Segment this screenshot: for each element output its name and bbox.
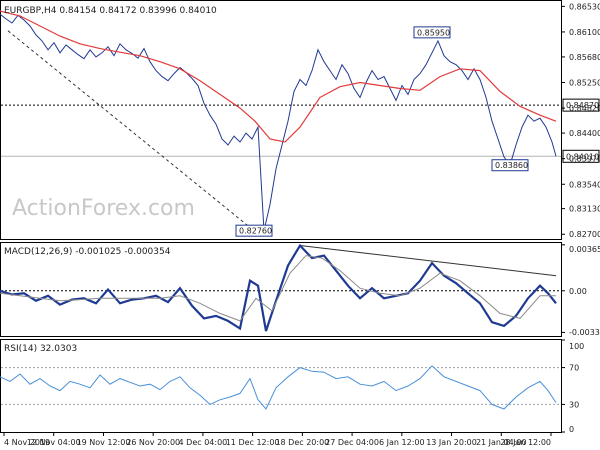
x-tick-label: 6 Jan 12:00	[379, 438, 425, 447]
macd-y-tick-label: -0.003314	[569, 328, 600, 337]
price-y-tick-label: 0.84820	[569, 104, 600, 113]
price-y-axis: 0.86530 0.86100 0.85680 0.85250 0.84820 0.844…	[561, 2, 600, 239]
rsi-y-tick-label: 70	[569, 364, 579, 373]
rsi-y-tick-label: 30	[569, 400, 579, 409]
x-tick-label: 4 Dec 04:00	[179, 438, 228, 447]
x-tick-label: 12 Nov 04:00	[27, 438, 81, 447]
macd-line	[0, 243, 557, 332]
moving-average-line	[0, 10, 557, 143]
price-y-tick-label: 0.84400	[569, 129, 600, 138]
price-annotations: 0.85950 0.83860 0.82760	[235, 26, 529, 237]
rsi-y-axis: 100 70 30 0	[561, 339, 584, 434]
price-y-tick-label: 0.82700	[569, 230, 600, 239]
macd-series-group	[0, 243, 557, 332]
price-y-tick-label: 0.85250	[569, 79, 600, 88]
macd-trendline-path	[299, 245, 557, 277]
macd-y-axis: 0.003654 0.00 -0.003314	[561, 244, 600, 337]
macd-title: MACD(12,26,9) -0.001025 -0.000354	[4, 247, 171, 257]
price-y-tick-label: 0.83970	[569, 155, 600, 164]
macd-trendline	[299, 245, 557, 277]
price-title: EURGBP,H4 0.84154 0.84172 0.83996 0.8401…	[4, 6, 217, 16]
x-tick-label: 27 Dec 04:00	[325, 438, 379, 447]
x-axis: 4 Nov 201912 Nov 04:0019 Nov 12:0026 Nov…	[3, 432, 552, 447]
price-annotation-label: 0.83860	[495, 161, 528, 170]
x-tick-label: 19 Nov 12:00	[76, 438, 130, 447]
price-y-tick-label: 0.86100	[569, 28, 600, 37]
price-y-tick-label: 0.86530	[569, 2, 600, 11]
price-y-tick-label: 0.83130	[569, 205, 600, 214]
rsi-title: RSI(14) 32.0303	[4, 344, 77, 354]
price-y-tick-label: 0.83540	[569, 180, 600, 189]
x-tick-label: 11 Dec 12:00	[226, 438, 280, 447]
price-annotation-label: 0.82760	[239, 227, 272, 236]
price-y-tick-label: 0.85680	[569, 53, 600, 62]
rsi-line	[0, 365, 557, 410]
x-tick-label: 18 Dec 20:00	[275, 438, 329, 447]
macd-y-tick-label: 0.003654	[569, 245, 600, 254]
price-annotation-label: 0.85950	[417, 28, 450, 37]
rsi-y-tick-label: 0	[569, 425, 574, 434]
chart-canvas: ActionForex.com 0.848700.84010 0.859500.…	[0, 0, 600, 447]
price-reference-lines: 0.848700.84010	[1, 98, 600, 163]
x-tick-label: 28 Jan 12:00	[500, 438, 551, 447]
rsi-y-tick-label: 100	[569, 342, 584, 351]
watermark: ActionForex.com	[12, 196, 195, 221]
rsi-series-group	[0, 365, 557, 410]
x-tick-label: 13 Jan 20:00	[426, 438, 477, 447]
x-tick-label: 26 Nov 20:00	[126, 438, 180, 447]
macd-y-tick-label: 0.00	[569, 287, 587, 296]
